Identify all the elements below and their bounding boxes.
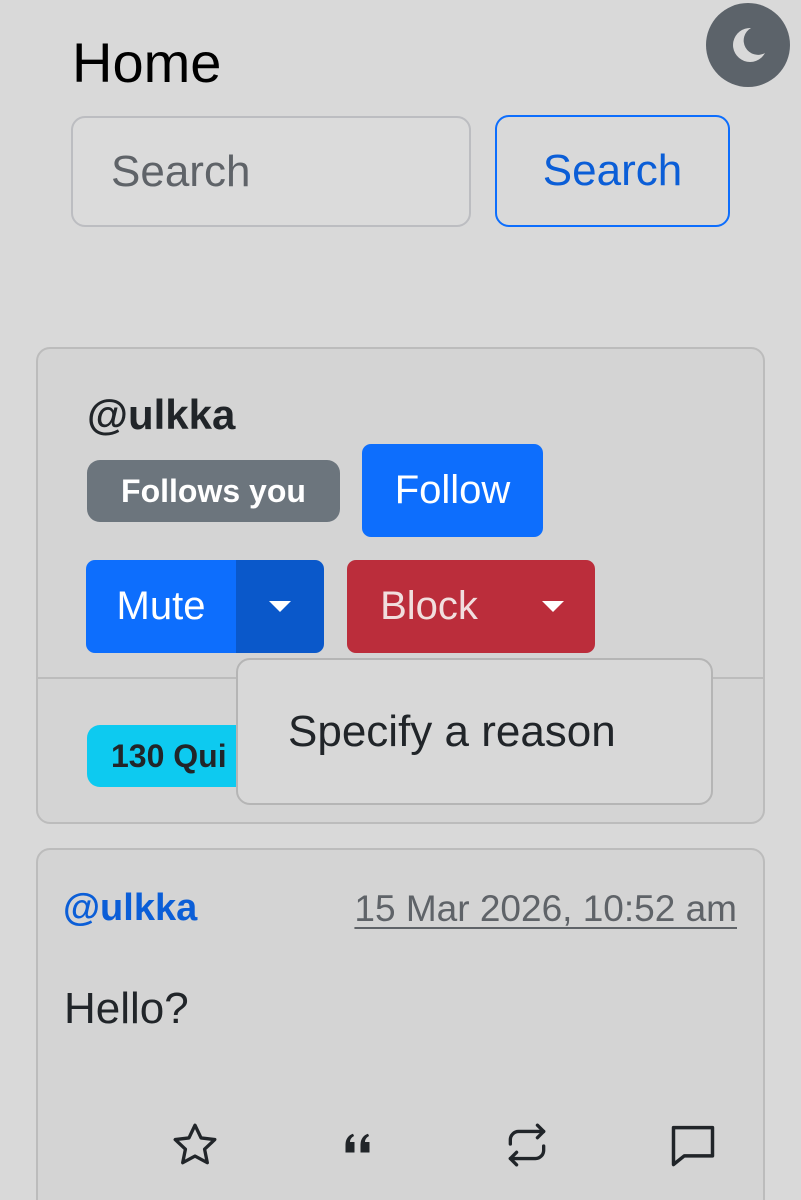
repost-icon <box>508 1123 546 1167</box>
theme-toggle-button[interactable] <box>706 3 790 87</box>
block-button-group: Block <box>347 560 595 653</box>
favourite-button[interactable] <box>165 1115 225 1175</box>
follow-button[interactable]: Follow <box>362 444 543 537</box>
post-timestamp-link[interactable]: 15 Mar 2026, 10:52 am <box>354 888 737 930</box>
caret-down-icon <box>542 601 564 612</box>
page-title: Home <box>72 31 222 94</box>
profile-username: @ulkka <box>87 391 236 438</box>
post-author-link[interactable]: @ulkka <box>63 887 197 930</box>
moon-icon <box>733 27 765 62</box>
star-icon <box>173 1123 217 1165</box>
block-button[interactable]: Block <box>347 560 511 653</box>
post-card: @ulkka 15 Mar 2026, 10:52 am Hello? <box>36 848 765 1200</box>
follows-you-badge: Follows you <box>87 460 340 522</box>
quote-icon <box>345 1133 370 1153</box>
search-button[interactable]: Search <box>495 115 730 227</box>
dropdown-item-specify-reason[interactable]: Specify a reason <box>238 660 711 803</box>
reply-button[interactable] <box>663 1115 723 1175</box>
post-body: Hello? <box>64 984 189 1033</box>
block-dropdown-toggle[interactable] <box>511 560 595 653</box>
repost-button[interactable] <box>497 1115 557 1175</box>
search-input[interactable] <box>71 116 471 227</box>
mute-button-group: Mute <box>86 560 324 653</box>
mute-dropdown-menu: Specify a reason <box>236 658 713 805</box>
reply-icon <box>671 1125 715 1167</box>
quote-button[interactable] <box>329 1115 389 1175</box>
caret-down-icon <box>269 601 291 612</box>
mute-button[interactable]: Mute <box>86 560 236 653</box>
mute-dropdown-toggle[interactable] <box>236 560 324 653</box>
